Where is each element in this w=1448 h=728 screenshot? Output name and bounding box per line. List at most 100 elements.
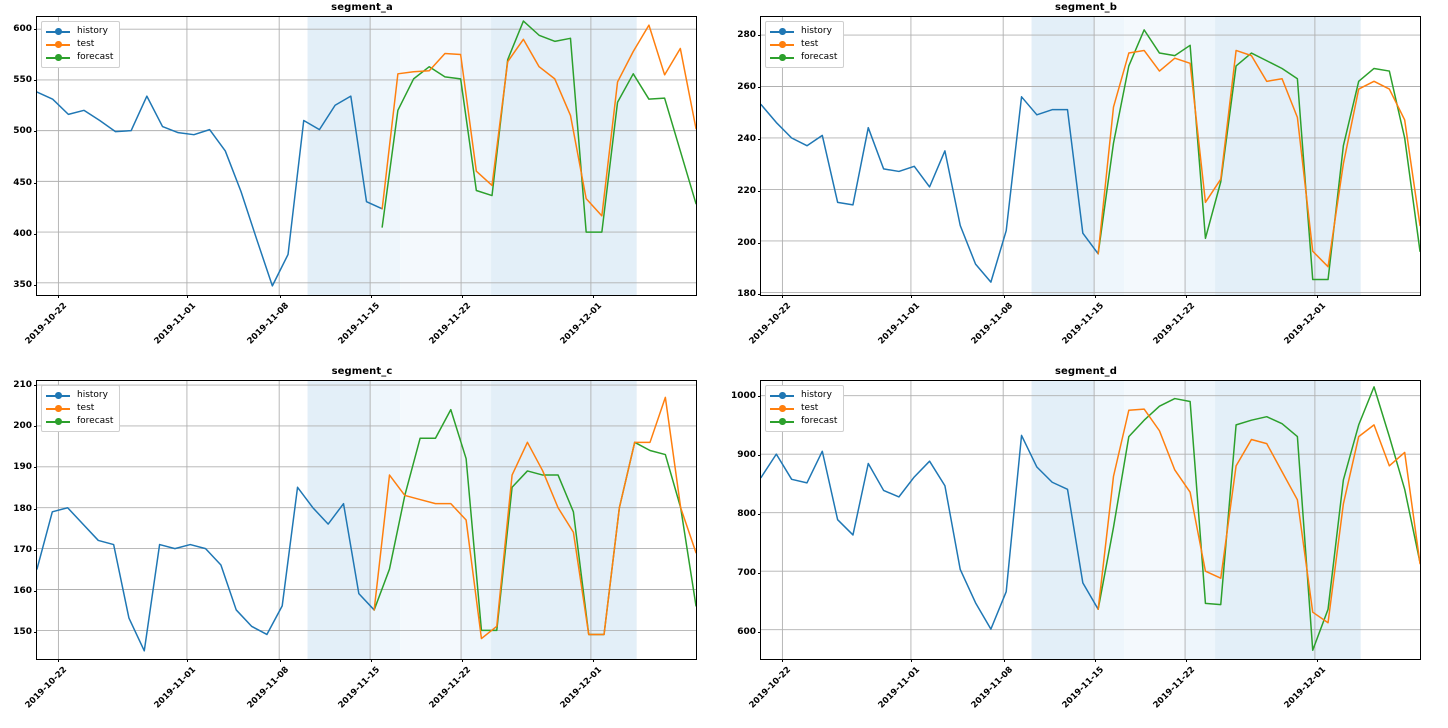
legend-marker-icon	[770, 403, 794, 414]
x-tick-label: 2019-12-01	[1282, 301, 1328, 347]
y-tick-mark	[34, 182, 37, 184]
y-tick-mark	[758, 631, 761, 633]
plot-area-segment_a	[37, 17, 696, 295]
legend-item-forecast[interactable]: forecast	[770, 415, 837, 428]
x-tick-mark	[371, 295, 373, 298]
legend-label: test	[77, 403, 95, 413]
x-tick-mark	[58, 295, 60, 298]
figure-canvas: segment_a 350 400 450 500 550 600 2019-10-22 20…	[0, 0, 1448, 728]
legend-item-history[interactable]: history	[770, 389, 837, 402]
x-tick-label: 2019-12-01	[1282, 665, 1328, 711]
x-tick-mark	[187, 295, 189, 298]
y-tick-label: 210	[13, 380, 32, 391]
x-tick-mark	[58, 659, 60, 662]
legend-item-forecast[interactable]: forecast	[46, 415, 113, 428]
x-tick-mark	[1003, 659, 1005, 662]
legend-marker-icon	[770, 39, 794, 50]
legend-item-history[interactable]: history	[46, 25, 113, 38]
shaded-band	[1185, 381, 1216, 659]
subplot-title-segment-b: segment_b	[1054, 2, 1118, 13]
legend-item-history[interactable]: history	[46, 389, 113, 402]
y-tick-label: 200	[737, 237, 756, 248]
y-tick-label: 160	[13, 586, 32, 596]
y-tick-label: 170	[13, 544, 32, 555]
x-tick-mark	[1186, 295, 1188, 298]
legend[interactable]: history test forecast	[765, 21, 845, 68]
y-tick-label: 240	[737, 133, 756, 144]
y-tick-label: 600	[737, 626, 756, 637]
x-tick-label: 2019-11-01	[876, 665, 923, 711]
y-tick-label: 600	[13, 24, 32, 35]
shaded-band	[491, 17, 637, 295]
y-tick-mark	[758, 35, 761, 37]
x-tick-label: 2019-11-22	[427, 665, 474, 711]
x-tick-label: 2019-12-01	[558, 301, 604, 347]
shaded-band	[370, 17, 401, 295]
y-tick-label: 350	[13, 279, 32, 290]
x-tick-mark	[462, 659, 464, 662]
y-tick-mark	[758, 572, 761, 574]
x-tick-label: 2019-11-01	[876, 301, 923, 347]
legend-item-history[interactable]: history	[770, 25, 837, 38]
x-tick-label: 2019-10-22	[748, 301, 794, 347]
legend-label: history	[77, 26, 108, 36]
legend-item-forecast[interactable]: forecast	[770, 51, 837, 64]
x-tick-label: 2019-11-22	[1151, 301, 1198, 347]
x-tick-label: 2019-10-22	[24, 301, 70, 347]
y-tick-mark	[34, 233, 37, 235]
axes-segment-d: 600 700 800 900 1000 2019-10-22 2019-11-01 2019…	[731, 380, 1421, 711]
x-tick-label: 2019-11-22	[1151, 665, 1198, 711]
legend[interactable]: history test forecast	[41, 21, 121, 68]
y-tick-label: 550	[13, 75, 32, 86]
legend-label: forecast	[77, 52, 114, 62]
x-tick-mark	[592, 659, 594, 662]
legend-label: history	[801, 26, 832, 36]
legend[interactable]: history test forecast	[41, 385, 121, 432]
y-tick-mark	[34, 591, 37, 592]
x-tick-mark	[1316, 295, 1318, 298]
legend[interactable]: history test forecast	[765, 385, 845, 432]
x-tick-mark	[782, 295, 784, 298]
legend-item-test[interactable]: test	[770, 402, 837, 415]
x-tick-label: 2019-10-22	[748, 665, 794, 711]
x-tick-mark	[1316, 659, 1318, 662]
shaded-band	[461, 17, 492, 295]
y-tick-label: 1000	[730, 390, 756, 401]
y-tick-label: 280	[737, 30, 756, 41]
x-tick-label: 2019-10-22	[24, 665, 70, 711]
shaded-band	[307, 381, 371, 659]
shaded-band	[1031, 17, 1095, 295]
y-tick-mark	[34, 467, 37, 469]
legend-label: history	[77, 390, 108, 400]
y-tick-mark	[758, 242, 761, 244]
y-tick-label: 500	[13, 126, 32, 137]
y-tick-label: 900	[737, 449, 756, 460]
y-tick-mark	[758, 87, 761, 88]
legend-marker-icon	[770, 52, 794, 63]
shaded-band	[400, 17, 462, 295]
legend-label: forecast	[801, 416, 838, 426]
y-tick-label: 400	[13, 228, 32, 239]
x-tick-mark	[1003, 295, 1005, 298]
y-tick-label: 200	[13, 421, 32, 432]
axes-segment-a: 350 400 450 500 550 600 2019-10-22 2019-11-01 20…	[13, 16, 697, 347]
y-tick-mark	[758, 513, 761, 515]
legend-item-test[interactable]: test	[770, 38, 837, 51]
legend-marker-icon	[770, 26, 794, 37]
legend-item-test[interactable]: test	[46, 38, 113, 51]
x-tick-label: 2019-11-08	[969, 665, 1015, 711]
x-tick-mark	[279, 295, 281, 298]
x-tick-mark	[462, 295, 464, 298]
x-tick-mark	[279, 659, 281, 662]
x-tick-label: 2019-11-15	[1060, 301, 1107, 347]
legend-item-forecast[interactable]: forecast	[46, 51, 113, 64]
x-tick-label: 2019-11-22	[427, 301, 474, 347]
y-tick-label: 150	[13, 627, 32, 638]
x-tick-mark	[1186, 659, 1188, 662]
legend-item-test[interactable]: test	[46, 402, 113, 415]
legend-label: test	[77, 39, 95, 49]
y-tick-mark	[34, 426, 37, 428]
legend-marker-icon	[46, 52, 70, 63]
legend-label: test	[801, 39, 819, 49]
y-tick-label: 220	[737, 185, 756, 196]
